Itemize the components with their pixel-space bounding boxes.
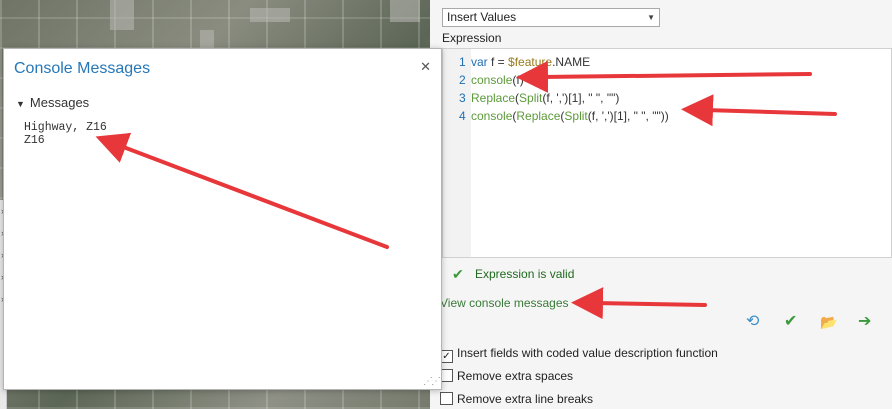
option-label: Insert fields with coded value descripti… — [457, 346, 718, 360]
checkbox[interactable] — [440, 392, 453, 405]
close-icon[interactable]: ✕ — [420, 59, 431, 75]
code-token: (f, ',')[1], " ", "")) — [587, 109, 669, 123]
option-label: Remove extra line breaks — [457, 392, 594, 406]
option-label: Remove extra spaces — [457, 369, 574, 383]
option-remove-extra-spaces[interactable]: Remove extra spaces — [440, 369, 573, 383]
checkmark-icon: ✔ — [452, 266, 464, 282]
console-output: Highway, Z16 Z16 — [24, 121, 107, 147]
view-console-messages-link[interactable]: View console messages — [440, 296, 569, 310]
option-insert-coded-value[interactable]: ✓ Insert fields with coded value descript… — [440, 346, 718, 363]
code-line: 2 console(f) — [459, 73, 524, 88]
undo-icon[interactable]: ⟲ — [746, 312, 759, 332]
map-building — [200, 30, 214, 48]
messages-header-label: Messages — [29, 95, 90, 110]
chevron-down-icon: ▼ — [647, 13, 655, 22]
console-messages-dialog: Console Messages ✕ ▼ Messages Highway, Z1… — [3, 48, 442, 390]
code-token: (f, ',')[1], " ", "") — [542, 91, 620, 105]
code-line: 3 Replace(Split(f, ',')[1], " ", "") — [459, 91, 619, 106]
code-line: 4 console(Replace(Split(f, ',')[1], " ", … — [459, 109, 669, 124]
code-token: var — [471, 55, 492, 69]
expression-editor[interactable]: 1 var f = $feature.NAME 2 console(f) 3 Replac… — [442, 48, 892, 258]
code-token: f = — [491, 55, 509, 69]
expression-label: Expression — [442, 31, 502, 45]
insert-values-dropdown[interactable]: Insert Values ▼ — [442, 8, 660, 27]
option-remove-extra-line-breaks[interactable]: Remove extra line breaks — [440, 392, 593, 406]
code-token: Split — [564, 109, 588, 123]
line-number: 4 — [459, 109, 466, 123]
map-building — [390, 0, 420, 22]
line-number: 3 — [459, 91, 466, 105]
insert-values-label: Insert Values — [447, 10, 517, 24]
folder-icon[interactable]: 📂 — [820, 312, 837, 332]
messages-section-header[interactable]: ▼ Messages — [16, 95, 89, 110]
console-line: Highway, Z16 — [24, 121, 107, 134]
line-number: 1 — [459, 55, 466, 69]
code-token: Replace — [516, 109, 561, 123]
code-token: .NAME — [552, 55, 591, 69]
line-number: 2 — [459, 73, 466, 87]
console-line: Z16 — [24, 134, 45, 147]
expression-valid-status: Expression is valid — [475, 267, 575, 281]
chevron-down-icon: ▼ — [16, 99, 25, 109]
code-line: 1 var f = $feature.NAME — [459, 55, 590, 70]
code-token: Replace — [471, 91, 516, 105]
map-building — [110, 0, 134, 30]
map-building — [250, 8, 290, 22]
code-token: console — [471, 109, 513, 123]
arrow-right-icon[interactable]: ➔ — [858, 312, 871, 332]
code-token: console — [471, 73, 513, 87]
expression-panel: Insert Values ▼ Expression 1 var f = $fea… — [430, 0, 892, 409]
resize-grip-icon[interactable]: ⋰⋰ — [423, 376, 441, 387]
code-token: (f) — [512, 73, 524, 87]
dialog-title: Console Messages — [14, 60, 151, 77]
code-token: $feature — [508, 55, 553, 69]
code-token: Split — [519, 91, 543, 105]
verify-checkmark-icon[interactable]: ✔ — [784, 312, 797, 332]
